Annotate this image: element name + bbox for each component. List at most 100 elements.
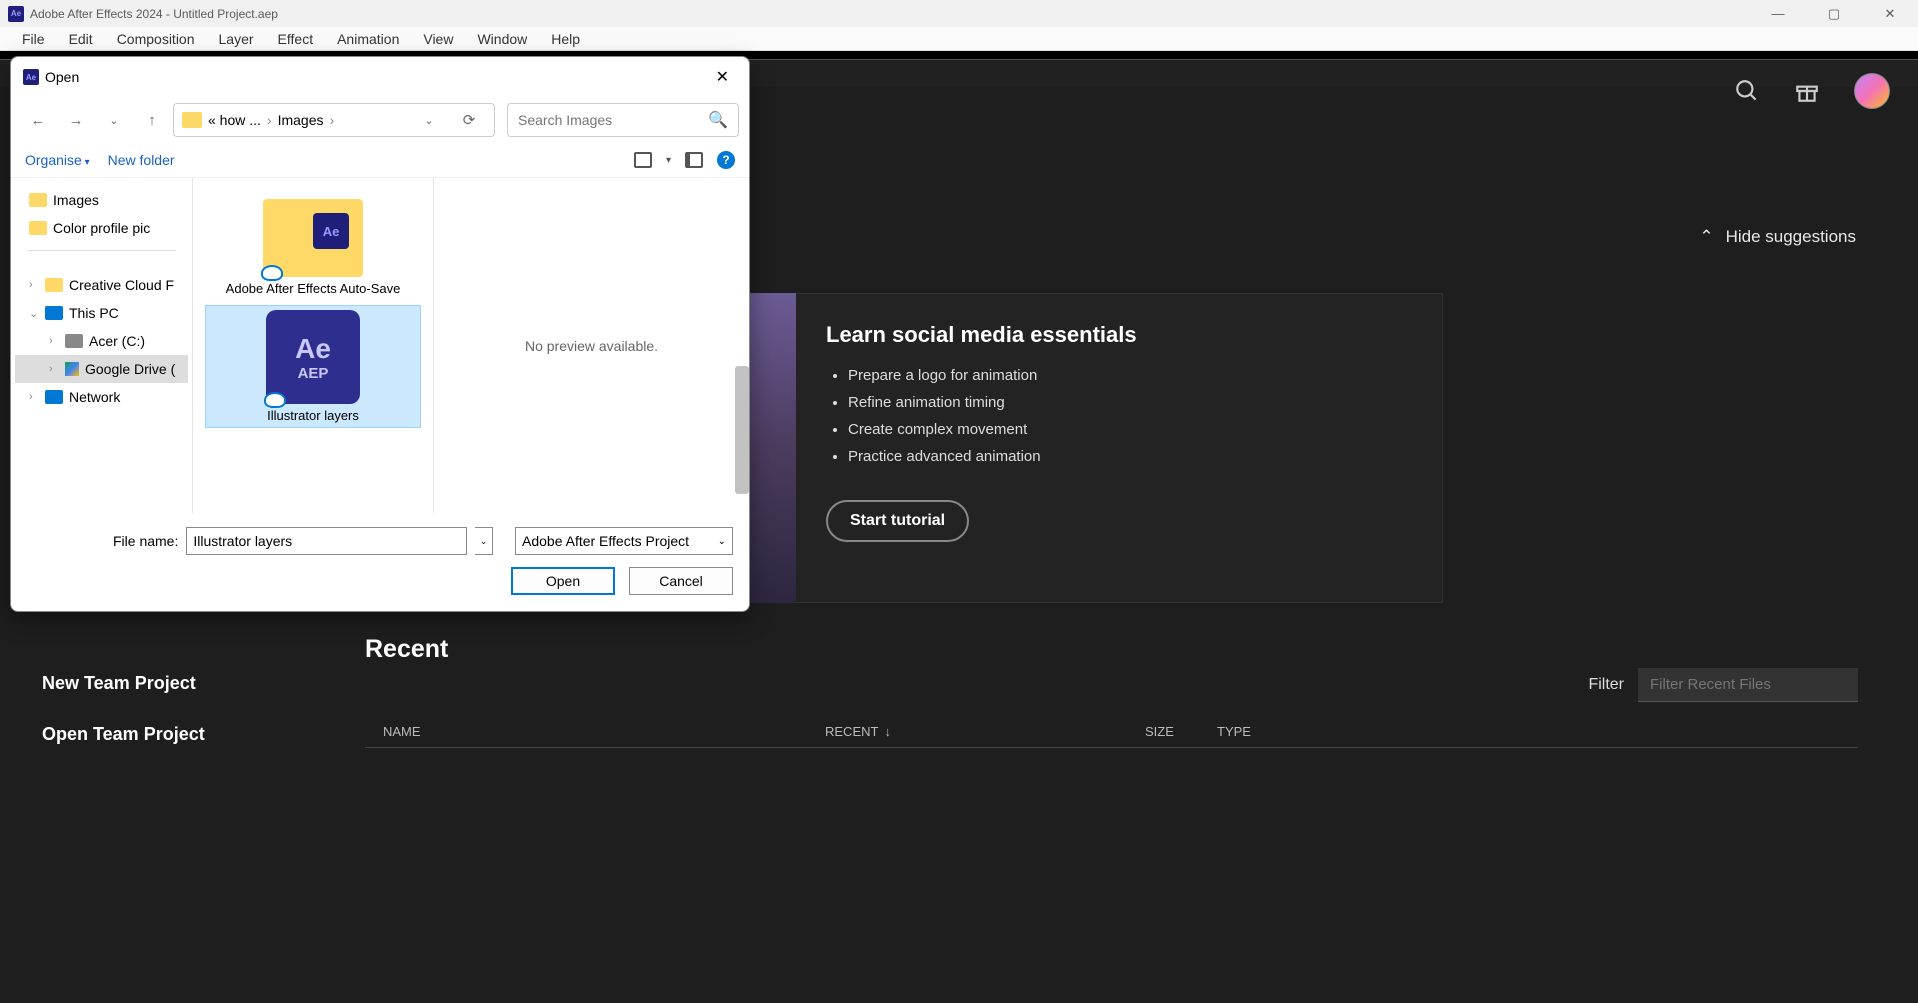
folder-tree: Images Color profile pic ›Creative Cloud… — [11, 178, 193, 513]
chevron-right-icon: › — [267, 112, 272, 128]
chevron-right-icon: › — [49, 335, 59, 347]
gift-icon[interactable] — [1794, 78, 1820, 104]
file-item-aep[interactable]: AeAEP Illustrator layers — [205, 305, 421, 428]
hide-suggestions-label: Hide suggestions — [1726, 227, 1856, 247]
search-icon[interactable] — [1734, 78, 1760, 104]
file-item-folder[interactable]: Adobe After Effects Auto-Save — [205, 194, 421, 301]
chevron-right-icon: › — [49, 363, 59, 375]
user-avatar[interactable] — [1854, 73, 1890, 109]
search-icon[interactable]: 🔍 — [708, 110, 728, 130]
hide-suggestions-toggle[interactable]: ⌃ Hide suggestions — [1699, 227, 1856, 247]
menu-edit[interactable]: Edit — [57, 29, 105, 49]
breadcrumb-leaf[interactable]: Images — [278, 112, 324, 128]
chevron-down-icon: ⌄ — [29, 307, 39, 320]
tree-item-this-pc[interactable]: ⌄This PC — [15, 299, 188, 327]
tree-item-creative-cloud[interactable]: ›Creative Cloud F — [15, 271, 188, 299]
minimize-button[interactable]: — — [1760, 6, 1796, 22]
tree-item-images[interactable]: Images — [15, 186, 188, 214]
folder-icon — [45, 278, 63, 292]
chevron-right-icon: › — [29, 391, 39, 403]
menu-layer[interactable]: Layer — [207, 29, 266, 49]
recent-section: Recent Filter NAME RECENT↓ SIZE TYPE — [365, 635, 1858, 748]
nav-recent-dropdown[interactable]: ⌄ — [97, 104, 131, 136]
column-recent[interactable]: RECENT↓ — [825, 724, 1145, 739]
menu-effect[interactable]: Effect — [266, 29, 326, 49]
menu-help[interactable]: Help — [539, 29, 592, 49]
window-title-bar: Ae Adobe After Effects 2024 - Untitled P… — [0, 0, 1918, 27]
learn-bullet: Practice advanced animation — [848, 443, 1412, 470]
filter-recent-input[interactable] — [1638, 668, 1858, 702]
nav-back-button[interactable]: ← — [21, 104, 55, 136]
tree-item-acer[interactable]: ›Acer (C:) — [15, 327, 188, 355]
cancel-button[interactable]: Cancel — [629, 567, 733, 595]
tree-item-google-drive[interactable]: ›Google Drive ( — [15, 355, 188, 383]
preview-pane: No preview available. — [433, 178, 749, 513]
tree-item-color-profile[interactable]: Color profile pic — [15, 214, 188, 242]
dialog-app-icon: Ae — [23, 69, 39, 85]
sort-down-icon: ↓ — [884, 724, 891, 739]
aep-file-icon: AeAEP — [266, 310, 360, 404]
learn-bullet: Create complex movement — [848, 416, 1412, 443]
filter-label: Filter — [1588, 676, 1624, 694]
nav-up-button[interactable]: ↑ — [135, 104, 169, 136]
view-mode-button[interactable] — [634, 152, 652, 168]
folder-icon — [182, 112, 202, 128]
folder-icon — [29, 221, 47, 235]
nav-forward-button[interactable]: → — [59, 104, 93, 136]
google-drive-icon — [65, 362, 79, 376]
breadcrumb-bar[interactable]: « how ... › Images › ⌄ ⟳ — [173, 103, 495, 137]
help-icon[interactable]: ? — [717, 151, 735, 169]
file-type-filter[interactable]: Adobe After Effects Project⌄ — [515, 527, 733, 555]
recent-table-header: NAME RECENT↓ SIZE TYPE — [365, 724, 1858, 748]
new-folder-button[interactable]: New folder — [108, 152, 175, 168]
open-file-dialog: Ae Open ✕ ← → ⌄ ↑ « how ... › Images › ⌄… — [10, 56, 750, 612]
learn-bullet: Refine animation timing — [848, 389, 1412, 416]
file-name-dropdown[interactable]: ⌄ — [475, 527, 493, 555]
column-type[interactable]: TYPE — [1217, 724, 1858, 739]
tree-scrollbar[interactable] — [735, 366, 749, 494]
dialog-close-button[interactable]: ✕ — [708, 63, 737, 91]
new-team-project-link[interactable]: New Team Project — [42, 673, 205, 694]
window-title: Adobe After Effects 2024 - Untitled Proj… — [30, 7, 278, 21]
file-list: Adobe After Effects Auto-Save AeAEP Illu… — [193, 178, 433, 513]
start-tutorial-button[interactable]: Start tutorial — [826, 500, 969, 542]
breadcrumb-trunc[interactable]: « how ... — [208, 112, 261, 128]
column-name[interactable]: NAME — [365, 724, 825, 739]
menu-bar: File Edit Composition Layer Effect Anima… — [0, 27, 1918, 51]
cloud-sync-icon — [261, 265, 283, 281]
disk-icon — [65, 334, 83, 348]
cloud-sync-icon — [264, 392, 286, 408]
learn-title: Learn social media essentials — [826, 322, 1412, 348]
preview-pane-button[interactable] — [685, 152, 703, 168]
dialog-title: Open — [45, 69, 79, 85]
column-size[interactable]: SIZE — [1145, 724, 1217, 739]
menu-window[interactable]: Window — [465, 29, 539, 49]
tree-item-network[interactable]: ›Network — [15, 383, 188, 411]
close-window-button[interactable]: ✕ — [1872, 6, 1908, 22]
menu-animation[interactable]: Animation — [325, 29, 411, 49]
search-box[interactable]: 🔍 — [507, 103, 739, 137]
maximize-button[interactable]: ▢ — [1816, 6, 1852, 22]
recent-heading: Recent — [365, 635, 1858, 664]
file-name-input[interactable] — [186, 527, 467, 555]
pc-icon — [45, 306, 63, 320]
organise-menu[interactable]: Organise — [25, 152, 90, 168]
open-team-project-link[interactable]: Open Team Project — [42, 724, 205, 745]
menu-view[interactable]: View — [411, 29, 465, 49]
view-dropdown-icon[interactable]: ▾ — [666, 155, 671, 166]
refresh-button[interactable]: ⟳ — [452, 104, 486, 136]
search-input[interactable] — [518, 112, 708, 128]
file-label: Adobe After Effects Auto-Save — [210, 281, 416, 296]
learn-suggestion-card: Learn social media essentials Prepare a … — [750, 293, 1443, 603]
menu-file[interactable]: File — [10, 29, 57, 49]
network-icon — [45, 390, 63, 404]
preview-message: No preview available. — [525, 338, 658, 354]
breadcrumb-dropdown[interactable]: ⌄ — [412, 104, 446, 136]
learn-bullet: Prepare a logo for animation — [848, 362, 1412, 389]
file-name-label: File name: — [113, 533, 178, 549]
menu-composition[interactable]: Composition — [105, 29, 207, 49]
folder-icon — [263, 199, 363, 277]
app-logo-icon: Ae — [8, 6, 24, 22]
open-button[interactable]: Open — [511, 567, 615, 595]
chevron-right-icon: › — [330, 112, 335, 128]
